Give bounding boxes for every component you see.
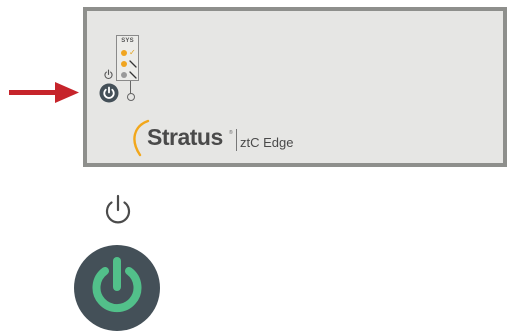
reset-pinhole-icon[interactable] [127,93,135,101]
wrench-icon [129,60,137,68]
power-button-large[interactable] [74,245,160,331]
power-symbol-icon [105,194,131,224]
sys-status-panel: SYS ✓ [116,35,139,81]
pointer-arrow-icon [9,82,79,103]
checkmark-icon: ✓ [129,48,136,57]
status-led-gray [121,72,127,78]
product-name: ztC Edge [240,135,294,150]
power-button-small[interactable] [99,83,119,103]
registered-mark: ® [229,130,233,136]
brand-name: Stratus [147,124,223,150]
sys-label: SYS [121,38,134,44]
wrench-icon [129,71,137,79]
brand-divider [236,129,237,151]
power-symbol-icon [104,69,113,80]
status-led-orange-1 [121,50,127,56]
status-led-orange-2 [121,61,127,67]
